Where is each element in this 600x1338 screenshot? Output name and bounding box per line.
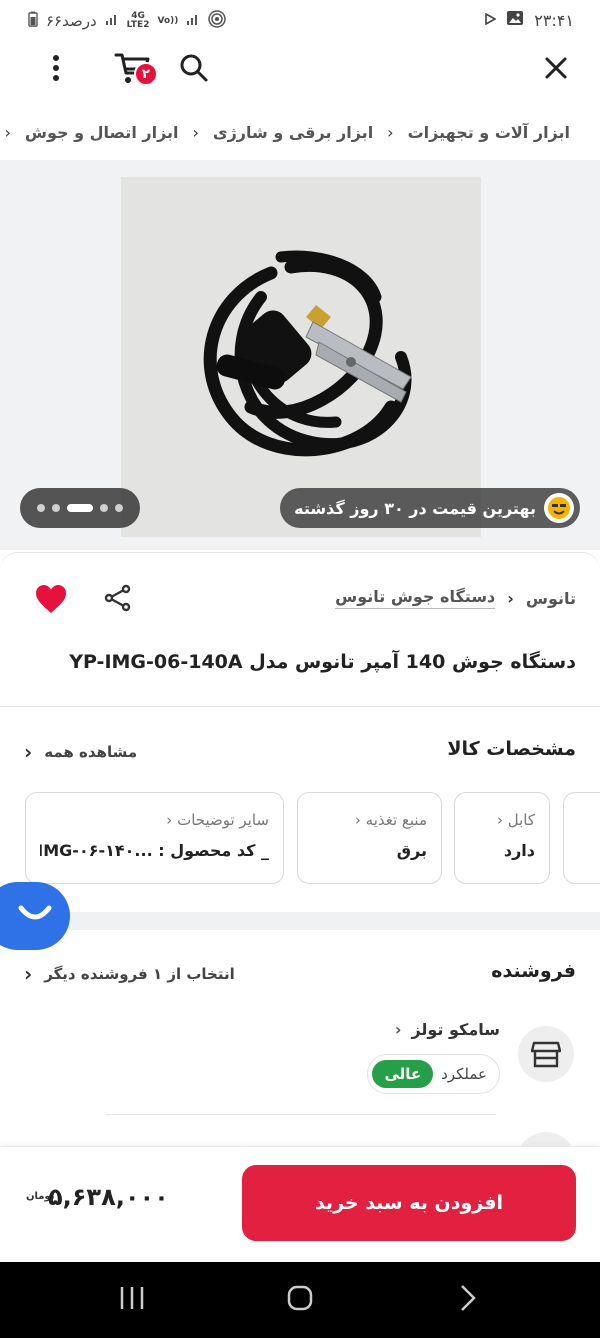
seller-title: فروشنده [491,960,576,982]
home-button[interactable] [280,1282,320,1318]
signal-icon [105,12,119,30]
search-icon [179,53,209,87]
price-currency: تومان [26,1191,55,1202]
home-icon [286,1284,314,1316]
gallery-pager[interactable] [20,488,140,528]
seller-header: فروشنده انتخاب از ۱ فروشنده دیگر ‹ [0,952,600,996]
recent-apps-icon [118,1285,146,1315]
smiley-icon [544,493,574,523]
spec-key: ‹ [578,811,600,829]
image-icon [506,10,524,30]
spec-value: _ کد محصول : ...IMG-۰۶-۱۴۰ [40,841,269,860]
product-title: دستگاه جوش 140 آمپر تانوس مدل YP-IMG-06-… [69,651,576,673]
chevron-left-icon: ‹ [4,122,11,142]
breadcrumb-item-tools[interactable]: ابزار آلات و تجهیزات [402,123,576,142]
performance-badge: عالی [372,1060,434,1088]
breadcrumb-item-power-tools[interactable]: ابزار برقی و شارژی [207,123,379,142]
heart-icon [34,585,68,621]
category-link[interactable]: دستگاه جوش تانوس [335,587,496,609]
chevron-left-icon: ‹ [192,122,199,142]
play-icon [484,11,497,29]
spec-card-cable[interactable]: کابل ‹ دارد [454,792,550,884]
pager-dot[interactable] [115,504,123,512]
spec-card-power[interactable]: منبع تغذیه ‹ برق [297,792,442,884]
status-left: ۶۶درصد 4G LTE2 Vo)) [28,10,227,32]
choose-seller-label: انتخاب از ۱ فروشنده دیگر [44,965,235,983]
choose-other-seller-link[interactable]: انتخاب از ۱ فروشنده دیگر ‹ [24,962,235,986]
buy-bar: افزودن به سبد خرید تومان ۵,۶۳۸,۰۰۰ [0,1146,600,1262]
spec-cards-row[interactable]: ‹ کابل ‹ دارد منبع تغذیه ‹ برق سایر توضی… [0,792,600,886]
performance-label: عملکرد [441,1065,487,1083]
specs-title: مشخصات کالا [447,738,576,760]
hotspot-icon [208,10,227,32]
more-vertical-icon [52,54,60,86]
spec-card-other[interactable]: سایر توضیحات ‹ _ کد محصول : ...IMG-۰۶-۱۴… [25,792,284,884]
pager-dot[interactable] [100,504,108,512]
signal-icon-2 [186,12,200,30]
spec-key: سایر توضیحات ‹ [166,811,269,829]
breadcrumb: ابزار آلات و تجهیزات ‹ ابزار برقی و شارژ… [0,104,600,160]
seller-row[interactable]: سامکو تولز ‹ عملکرد عالی [0,1016,600,1106]
brand-link[interactable]: تانوس [526,589,576,608]
close-button[interactable] [534,48,578,92]
chevron-left-icon: ‹ [394,1020,402,1039]
favorite-button[interactable] [34,583,68,617]
chat-smile-icon [17,904,53,928]
product-info: تانوس ‹ دستگاه جوش تانوس دستگاه جوش 140 … [0,552,600,706]
pager-dot-active[interactable] [67,504,93,512]
clock-text: ۲۳:۴۱ [534,10,574,30]
chevron-left-icon: ‹ [387,122,394,142]
system-nav-bar [0,1262,600,1338]
status-right: ۲۳:۴۱ [484,10,574,30]
back-button[interactable] [448,1282,488,1318]
share-button[interactable] [102,583,136,617]
share-icon [102,584,132,617]
battery-text: ۶۶درصد [46,12,97,30]
price-block: تومان ۵,۶۳۸,۰۰۰ [26,1183,169,1211]
seller-name[interactable]: سامکو تولز ‹ [395,1020,500,1039]
chevron-left-icon: ‹ [507,588,514,608]
battery-icon [28,11,38,31]
store-icon [518,1026,574,1082]
top-toolbar: ۲ [0,40,600,100]
network-indicator: 4G LTE2 [127,12,150,30]
cart-button[interactable]: ۲ [108,48,158,92]
more-button[interactable] [34,48,78,92]
pager-dot[interactable] [52,504,60,512]
chevron-right-icon [459,1284,477,1316]
section-gap [0,912,600,930]
add-to-cart-button[interactable]: افزودن به سبد خرید [242,1165,576,1241]
best-price-badge: بهترین قیمت در ۳۰ روز گذشته [280,488,580,528]
see-all-specs-link[interactable]: مشاهده همه ‹ [24,740,137,764]
spec-value: دارد [503,841,535,860]
spec-key: کابل ‹ [496,811,535,829]
welding-cable-illustration [121,177,481,537]
spec-card-partial[interactable]: ‹ [563,792,600,884]
divider [106,1114,496,1115]
divider [0,706,600,707]
see-all-label: مشاهده همه [44,743,138,761]
specs-header: مشخصات کالا مشاهده همه ‹ [0,730,600,774]
volte-label: Vo)) [157,15,179,26]
recent-apps-button[interactable] [112,1282,152,1318]
cart-count-badge: ۲ [134,62,158,86]
product-gallery[interactable]: بهترین قیمت در ۳۰ روز گذشته [0,160,600,550]
best-price-label: بهترین قیمت در ۳۰ روز گذشته [294,498,536,518]
status-bar: ۶۶درصد 4G LTE2 Vo)) ۲۳:۴۱ [0,0,600,40]
chevron-left-icon: ‹ [24,962,33,986]
chevron-left-icon: ‹ [24,740,33,764]
close-icon [544,56,568,84]
search-button[interactable] [172,48,216,92]
seller-performance: عملکرد عالی [367,1054,500,1094]
price-value: ۵,۶۳۸,۰۰۰ [48,1183,169,1211]
product-image[interactable] [121,177,481,537]
network-bottom: LTE2 [126,20,150,30]
spec-value: برق [396,841,427,860]
product-category-crumbs: تانوس ‹ دستگاه جوش تانوس [335,587,576,609]
chat-button[interactable] [0,882,70,950]
pager-dot[interactable] [37,504,45,512]
breadcrumb-item-welding[interactable]: ابزار اتصال و جوش [19,123,185,142]
spec-key: منبع تغذیه ‹ [354,811,427,829]
